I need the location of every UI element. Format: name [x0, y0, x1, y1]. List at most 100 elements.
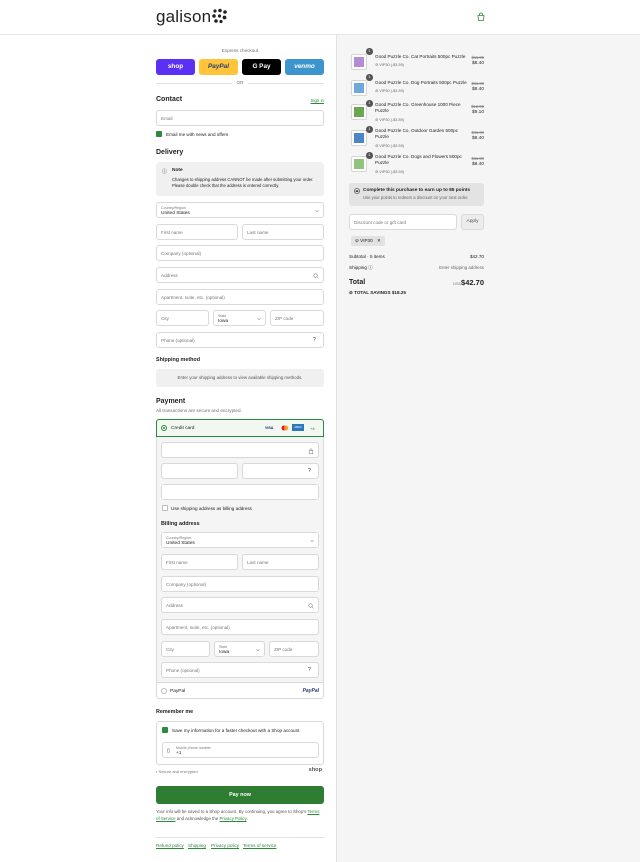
product-image	[354, 159, 364, 169]
footer-divider	[156, 837, 324, 838]
info-icon: ⓘ	[162, 169, 168, 175]
save-info-checkbox[interactable]	[162, 727, 168, 733]
zip-field[interactable]: ZIP code	[270, 310, 324, 326]
billing-address-placeholder: Address	[166, 603, 183, 608]
address-field[interactable]: Address	[156, 267, 324, 283]
brand-logo[interactable]: galison	[156, 7, 211, 27]
last-name-placeholder: Last name	[247, 230, 269, 235]
company-field[interactable]: Company (optional)	[156, 245, 324, 261]
total-label: Total	[349, 279, 366, 286]
use-shipping-label: Use shipping address as billing address	[171, 506, 252, 511]
chevron-down-icon	[257, 318, 261, 321]
billing-city-field[interactable]: City	[161, 641, 210, 657]
billing-state-select[interactable]: State Iowa	[214, 641, 265, 657]
credit-card-label: Credit card	[171, 426, 195, 431]
original-price: $11.99	[471, 55, 485, 60]
or-divider-label: OR	[232, 80, 248, 85]
billing-first-name-field[interactable]: First name	[161, 554, 238, 570]
shipping-link[interactable]: Shipping	[188, 843, 206, 848]
billing-first-name-placeholder: First name	[166, 560, 188, 565]
product-price: $8.40	[471, 162, 484, 167]
first-name-placeholder: First name	[161, 230, 183, 235]
chevron-down-icon	[310, 540, 314, 543]
paypal-radio[interactable]	[161, 688, 167, 694]
delivery-note: ⓘ Note Changes to shipping address CANNO…	[156, 162, 324, 196]
phone-field[interactable]: Phone (optional) ?	[156, 332, 324, 348]
credit-card-option[interactable]: Credit card VISA AMEX +4	[156, 419, 324, 437]
zip-placeholder: ZIP code	[275, 316, 294, 321]
paypal-option[interactable]: PayPal PayPal	[156, 682, 324, 699]
product-discount: ⊘ VIP30 (-$3.89)	[375, 118, 404, 122]
quantity-badge: 1	[366, 126, 373, 133]
paypal-button[interactable]: PayPal	[199, 59, 238, 75]
save-info-label: Save my information for a faster checkou…	[172, 728, 300, 733]
city-field[interactable]: City	[156, 310, 209, 326]
card-number-field[interactable]	[161, 442, 319, 458]
note-title: Note	[172, 168, 183, 173]
paypal-label: PayPal	[170, 689, 186, 694]
shop-pay-button[interactable]: shop	[156, 59, 195, 75]
venmo-button[interactable]: venmo	[285, 59, 324, 75]
mobile-phone-field[interactable]: ▯ Mobile phone number +1	[162, 742, 319, 758]
security-code-field[interactable]: ?	[242, 463, 319, 479]
sign-in-link[interactable]: Sign in	[311, 98, 324, 103]
privacy-policy-link[interactable]: Privacy policy	[211, 843, 239, 848]
last-name-field[interactable]: Last name	[242, 224, 324, 240]
original-price: $12.99	[471, 104, 484, 109]
use-shipping-checkbox[interactable]	[162, 505, 168, 511]
visa-icon: VISA	[265, 426, 274, 430]
remember-me-heading: Remember me	[156, 709, 194, 715]
remove-tag-icon[interactable]: ✕	[377, 238, 381, 243]
shop-logo: shop	[308, 767, 322, 773]
express-checkout-label: Express checkout	[221, 48, 259, 53]
refund-policy-link[interactable]: Refund policy	[156, 843, 184, 848]
info-icon[interactable]: ⓘ	[368, 265, 373, 270]
shipping-label: Shipping ⓘ	[349, 265, 373, 270]
help-icon[interactable]: ?	[313, 337, 319, 343]
billing-last-name-field[interactable]: Last name	[242, 554, 319, 570]
quantity-badge: 1	[366, 152, 373, 159]
newsletter-label: Email me with news and offers	[166, 132, 229, 137]
billing-address-field[interactable]: Address	[161, 597, 319, 613]
help-icon[interactable]: ?	[308, 468, 314, 474]
payment-heading: Payment	[156, 398, 186, 405]
apply-button[interactable]: Apply	[461, 214, 484, 230]
address-placeholder: Address	[161, 273, 178, 278]
phone-placeholder: Phone (optional)	[161, 338, 195, 343]
note-text: Changes to shipping address CANNOT be ma…	[172, 177, 314, 188]
google-pay-button[interactable]: G Pay	[242, 59, 281, 75]
privacy-link[interactable]: Privacy Policy	[220, 816, 247, 821]
product-image	[354, 57, 364, 67]
product-thumbnail	[351, 130, 367, 146]
company-placeholder: Company (optional)	[161, 251, 202, 256]
shopping-bag-icon[interactable]	[476, 12, 486, 22]
savings-label: TOTAL SAVINGS	[354, 290, 391, 295]
original-price: $11.99	[471, 130, 485, 135]
product-image	[354, 83, 364, 93]
discount-tag-label: VIP30	[360, 238, 373, 243]
discount-code-input[interactable]: Discount code or gift card	[349, 214, 457, 230]
email-field[interactable]: Email	[156, 110, 324, 126]
billing-last-name-placeholder: Last name	[247, 560, 269, 565]
billing-phone-placeholder: Phone (optional)	[166, 668, 200, 673]
billing-phone-field[interactable]: Phone (optional) ?	[161, 662, 319, 678]
expiry-field[interactable]	[161, 463, 238, 479]
billing-country-select[interactable]: Country/Region United States	[161, 532, 319, 548]
billing-company-field[interactable]: Company (optional)	[161, 576, 319, 592]
billing-zip-placeholder: ZIP code	[274, 647, 293, 652]
terms-of-service-link[interactable]: Terms of service	[243, 843, 276, 848]
apartment-field[interactable]: Apartment, suite, etc. (optional)	[156, 289, 324, 305]
state-select[interactable]: State Iowa	[213, 310, 266, 326]
billing-apartment-field[interactable]: Apartment, suite, etc. (optional)	[161, 619, 319, 635]
country-select[interactable]: Country/Region United States	[156, 202, 324, 218]
contact-heading: Contact	[156, 96, 183, 103]
product-price: $9.10	[471, 110, 484, 115]
newsletter-checkbox[interactable]	[156, 131, 162, 137]
pay-now-button[interactable]: Pay now	[156, 786, 324, 804]
name-on-card-field[interactable]	[161, 484, 319, 500]
product-thumbnail	[351, 156, 367, 172]
help-icon[interactable]: ?	[308, 667, 314, 673]
credit-card-radio[interactable]	[161, 425, 167, 431]
billing-zip-field[interactable]: ZIP code	[269, 641, 319, 657]
first-name-field[interactable]: First name	[156, 224, 238, 240]
